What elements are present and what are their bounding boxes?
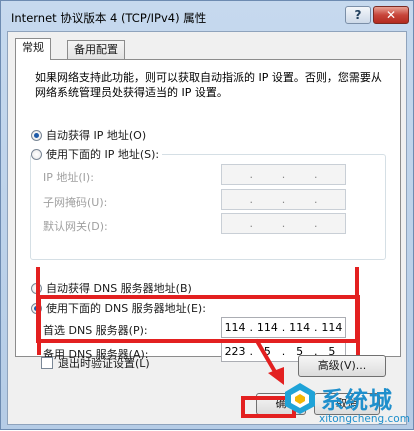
dns-highlight-box-bottom: [36, 267, 359, 343]
ip-address-label: IP 地址(I):: [43, 171, 94, 184]
advanced-button[interactable]: 高级(V)...: [298, 355, 386, 377]
octet-separator: .: [249, 193, 253, 206]
gateway-label: 默认网关(D):: [43, 220, 108, 233]
octet-separator: .: [314, 193, 318, 206]
brand-logo-icon: [285, 383, 315, 414]
close-button[interactable]: ✕: [373, 6, 409, 24]
description-text: 如果网络支持此功能，则可以获取自动指派的 IP 设置。否则，您需要从网络系统管理…: [35, 71, 382, 99]
validate-on-exit-label: 退出时验证设置(L): [58, 357, 150, 370]
auto-ip-option[interactable]: 自动获得 IP 地址(O): [31, 127, 150, 143]
subnet-mask-label: 子网掩码(U):: [43, 196, 108, 209]
auto-ip-radio[interactable]: [31, 129, 42, 141]
watermark-url: xitongcheng.com: [319, 413, 410, 425]
octet-separator: .: [314, 168, 318, 181]
dialog-window: Internet 协议版本 4 (TCP/IPv4) 属性 ? ✕ 常规 备用配…: [0, 0, 414, 430]
tab-general[interactable]: 常规: [15, 38, 51, 60]
manual-ip-label: 使用下面的 IP 地址(S):: [46, 148, 160, 161]
help-button[interactable]: ?: [345, 6, 371, 24]
title-bar: Internet 协议版本 4 (TCP/IPv4) 属性 ? ✕: [1, 1, 413, 31]
validate-on-exit-checkbox[interactable]: [41, 357, 53, 369]
gateway-input[interactable]: . . .: [221, 213, 346, 234]
ip-address-input[interactable]: . . .: [221, 164, 346, 185]
auto-ip-label: 自动获得 IP 地址(O): [46, 129, 147, 142]
octet-separator: .: [281, 217, 286, 230]
octet-separator: .: [249, 217, 253, 230]
subnet-mask-input[interactable]: . . .: [221, 189, 346, 210]
manual-ip-radio[interactable]: [31, 148, 42, 160]
tab-alternate-config[interactable]: 备用配置: [67, 40, 125, 59]
window-title: Internet 协议版本 4 (TCP/IPv4) 属性: [11, 11, 207, 25]
manual-ip-option[interactable]: 使用下面的 IP 地址(S):: [31, 146, 163, 162]
watermark: 系统城 xitongcheng.com: [283, 379, 414, 431]
dialog-body: 常规 备用配置 如果网络支持此功能，则可以获取自动指派的 IP 设置。否则，您需…: [7, 31, 407, 425]
octet-separator: .: [281, 168, 286, 181]
octet-separator: .: [281, 193, 286, 206]
octet-separator: .: [314, 217, 318, 230]
watermark-brand: 系统城: [321, 388, 393, 414]
octet-separator: .: [249, 168, 253, 181]
validate-on-exit-option[interactable]: 退出时验证设置(L): [41, 355, 150, 371]
